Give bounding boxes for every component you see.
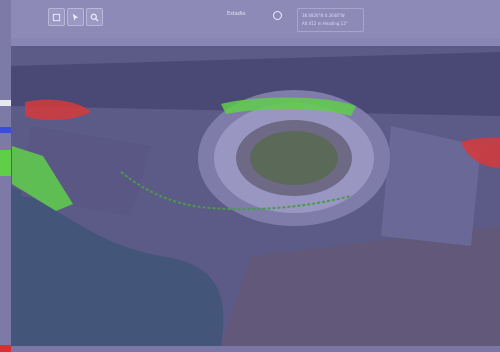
left-side-panel: [0, 0, 11, 352]
marker-blue[interactable]: [0, 127, 11, 133]
toolbar: Estadio 38.4826°N 0.3648°W Alt 412 m Hea…: [11, 0, 500, 38]
scene-title: Estadio: [227, 11, 246, 17]
search-icon: [90, 13, 99, 22]
coordinates-line-2: Alt 412 m Heading 12°: [302, 21, 348, 26]
coordinates-panel: 38.4826°N 0.3648°W Alt 412 m Heading 12°: [297, 8, 364, 32]
map-3d-viewport[interactable]: [11, 46, 500, 346]
toolbar-subbar: [11, 38, 500, 46]
coordinates-line-1: 38.4826°N 0.3648°W: [302, 13, 345, 18]
navigate-button[interactable]: [67, 8, 84, 26]
marker-green[interactable]: [0, 150, 11, 176]
map-scene: [11, 46, 500, 346]
marker-white[interactable]: [0, 100, 11, 106]
globe-icon[interactable]: [273, 11, 282, 20]
stadium-pitch: [250, 131, 338, 185]
status-indicator: [0, 345, 11, 352]
navigate-icon: [72, 13, 79, 21]
search-button[interactable]: [86, 8, 103, 26]
status-bar: [11, 346, 500, 352]
layers-button[interactable]: [48, 8, 65, 26]
layers-icon: [52, 13, 61, 21]
